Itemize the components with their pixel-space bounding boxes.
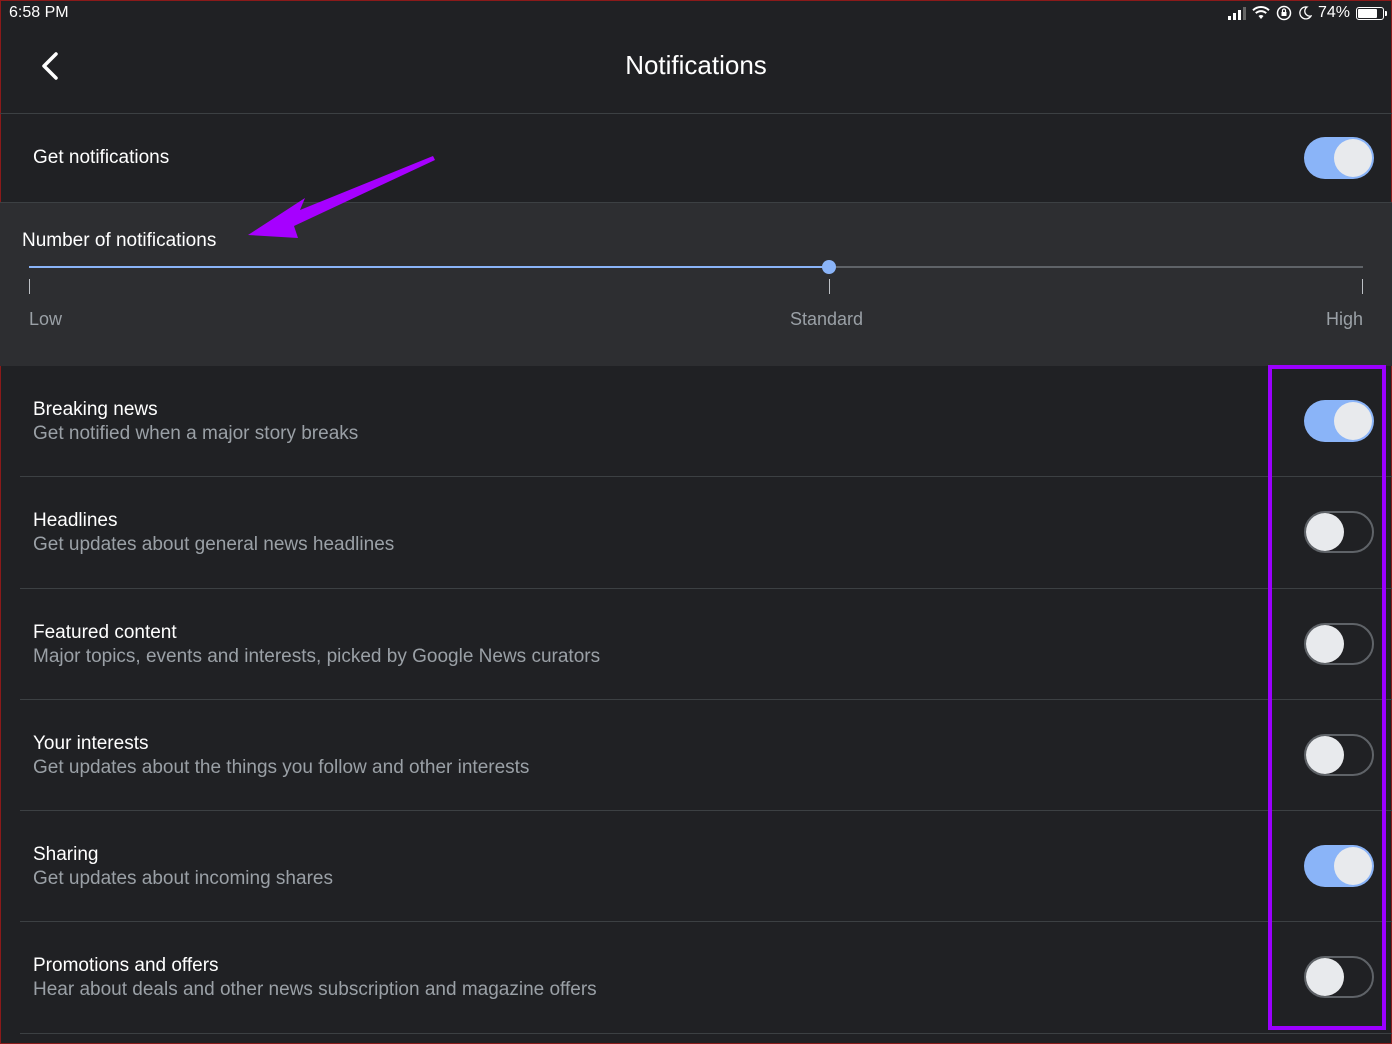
setting-title: Your interests [33, 732, 149, 754]
annotation-arrow-icon [248, 156, 435, 238]
setting-row-promotions-and-offers[interactable]: Promotions and offers Hear about deals a… [0, 922, 1392, 1034]
battery-icon [1356, 6, 1387, 20]
slider-thumb[interactable] [822, 260, 836, 274]
wifi-icon [1252, 6, 1270, 19]
tick-standard [829, 279, 830, 294]
divider [20, 1032, 1392, 1034]
app-header: Notifications [0, 28, 1392, 114]
notification-level-slider[interactable] [29, 260, 1363, 274]
setting-title: Breaking news [33, 399, 158, 420]
setting-row-headlines[interactable]: Headlines Get updates about general news… [0, 477, 1392, 589]
slider-fill [29, 266, 829, 268]
setting-row-breaking-news[interactable]: Breaking news Get notified when a major … [0, 366, 1392, 478]
tick-low [29, 279, 30, 294]
setting-title: Headlines [33, 510, 118, 532]
setting-row-your-interests[interactable]: Your interests Get updates about the thi… [0, 700, 1392, 812]
moon-icon [1299, 6, 1312, 20]
level-label-standard: Standard [790, 309, 864, 329]
setting-description: Get updates about general news headlines [33, 534, 395, 556]
setting-description: Major topics, events and interests, pick… [33, 645, 601, 667]
level-label-low: Low [29, 309, 63, 329]
setting-description: Get updates about the things you follow … [33, 756, 530, 778]
setting-row-sharing[interactable]: Sharing Get updates about incoming share… [0, 811, 1392, 923]
page-title: Notifications [625, 50, 767, 80]
setting-title: Promotions and offers [33, 955, 219, 977]
annotation-highlight-box [1268, 365, 1386, 1030]
setting-row-featured-content[interactable]: Featured content Major topics, events an… [0, 589, 1392, 700]
status-time: 6:58 PM [9, 4, 69, 21]
toggle-knob [1334, 139, 1372, 177]
setting-title: Featured content [33, 621, 177, 643]
cellular-signal-icon [1227, 6, 1246, 20]
battery-percent: 74% [1317, 4, 1350, 21]
get-notifications-label: Get notifications [33, 147, 170, 168]
status-bar: 6:58 PM 74% [0, 0, 1392, 28]
setting-description: Get updates about incoming shares [33, 868, 333, 890]
get-notifications-row[interactable]: Get notifications [0, 114, 1392, 203]
setting-description: Get notified when a major story breaks [33, 423, 359, 444]
tick-high [1362, 279, 1363, 294]
setting-title: Sharing [33, 844, 99, 866]
setting-description: Hear about deals and other news subscrip… [33, 979, 597, 1001]
level-label-high: High [1325, 309, 1363, 329]
get-notifications-toggle[interactable] [1304, 137, 1374, 179]
notification-settings-list: Breaking news Get notified when a major … [0, 366, 1392, 1034]
status-icons: 74% [1227, 4, 1387, 22]
notification-level-section: Number of notifications Low Standard Hig… [0, 203, 1392, 366]
rotation-lock-icon [1276, 5, 1292, 21]
notification-level-label: Number of notifications [22, 230, 217, 251]
